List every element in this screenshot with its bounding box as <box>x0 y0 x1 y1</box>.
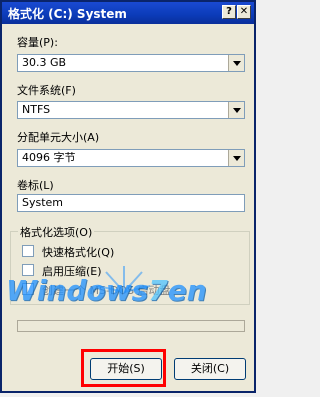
quick-format-label[interactable]: 快速格式化(Q) <box>42 244 114 260</box>
watermark-seven: 7 <box>148 274 168 307</box>
help-button[interactable]: ? <box>222 5 236 19</box>
filesystem-value: NTFS <box>22 103 51 116</box>
format-dialog: 格式化 (C:) System ? ✕ 容量(P): 30.3 GB 文件系统(… <box>0 0 256 393</box>
watermark-text: Windows7en <box>6 274 207 307</box>
chevron-down-icon[interactable] <box>228 55 244 71</box>
chevron-down-icon[interactable] <box>228 102 244 118</box>
quick-format-checkbox[interactable] <box>22 245 34 257</box>
chevron-down-icon[interactable] <box>228 150 244 166</box>
filesystem-label: 文件系统(F) <box>17 84 76 97</box>
watermark-logo: Windows7en <box>6 266 252 312</box>
format-progress-bar <box>17 320 245 332</box>
volume-label-input[interactable]: System <box>17 194 245 212</box>
watermark-suffix: en <box>167 274 207 307</box>
filesystem-dropdown[interactable]: NTFS <box>17 101 245 119</box>
capacity-value: 30.3 GB <box>22 56 67 69</box>
close-button[interactable]: 关闭(C) <box>174 358 246 380</box>
allocation-label: 分配单元大小(A) <box>17 131 100 144</box>
format-options-title: 格式化选项(O) <box>18 224 95 240</box>
title-bar[interactable]: 格式化 (C:) System ? ✕ <box>2 2 254 24</box>
volume-label-value: System <box>22 196 64 209</box>
allocation-value: 4096 字节 <box>22 151 76 164</box>
allocation-dropdown[interactable]: 4096 字节 <box>17 149 245 167</box>
close-window-button[interactable]: ✕ <box>237 5 251 19</box>
volume-label-label: 卷标(L) <box>17 179 54 192</box>
capacity-dropdown[interactable]: 30.3 GB <box>17 54 245 72</box>
watermark-prefix: Windows <box>6 274 149 307</box>
capacity-label: 容量(P): <box>17 36 58 49</box>
start-button-highlight <box>81 349 166 387</box>
window-title: 格式化 (C:) System <box>8 7 127 21</box>
